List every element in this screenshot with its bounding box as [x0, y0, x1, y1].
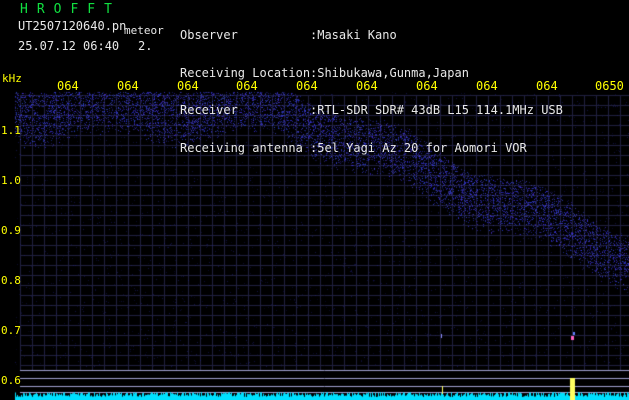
count-label: 2. — [138, 39, 153, 53]
x-tick-label: 064 — [416, 79, 438, 93]
station-row-location: Receiving Location:Shibukawa,Gunma,Japan — [180, 65, 563, 80]
x-tick-label: 064 — [236, 79, 258, 93]
station-label: Observer — [180, 28, 238, 42]
program-title: HROFFT — [20, 2, 121, 17]
station-value: :Masaki Kano — [310, 28, 397, 42]
station-row-receiver: Receiver :RTL-SDR SDR# 43dB L15 114.1MHz … — [180, 104, 563, 117]
station-label: Receiving Location — [180, 65, 311, 80]
y-tick-label: 1.0 — [1, 174, 21, 187]
detection-label: meteor — [124, 24, 164, 37]
y-tick-label: 0.6 — [1, 374, 21, 387]
x-tick-label: 064 — [476, 79, 498, 93]
x-tick-label: 064 — [57, 79, 79, 93]
x-tick-label: 064 — [356, 79, 378, 93]
x-tick-label: 064 — [117, 79, 139, 93]
x-tick-label: 064 — [296, 79, 318, 93]
station-label: Receiving antenna — [180, 140, 303, 155]
station-row-observer: Observer :Masaki Kano — [180, 29, 563, 42]
station-value: :RTL-SDR SDR# 43dB L15 114.1MHz USB — [310, 103, 563, 117]
x-tick-label: 0650 — [595, 79, 624, 93]
station-label: Receiver — [180, 103, 238, 117]
y-axis-unit: kHz — [2, 72, 22, 85]
x-tick-label: 064 — [536, 79, 558, 93]
y-tick-label: 0.7 — [1, 324, 21, 337]
station-value: :Shibukawa,Gunma,Japan — [310, 65, 469, 80]
y-tick-label: 0.9 — [1, 224, 21, 237]
station-value: :5el Yagi Az 20 for Aomori VOR — [310, 140, 527, 155]
filename-label: UT2507120640.pn — [18, 19, 127, 33]
station-row-antenna: Receiving antenna :5el Yagi Az 20 for Aom… — [180, 140, 563, 155]
y-tick-label: 0.8 — [1, 274, 21, 287]
datetime-label: 25.07.12 06:40 — [18, 39, 120, 53]
x-tick-label: 064 — [177, 79, 199, 93]
y-tick-label: 1.1 — [1, 124, 21, 137]
